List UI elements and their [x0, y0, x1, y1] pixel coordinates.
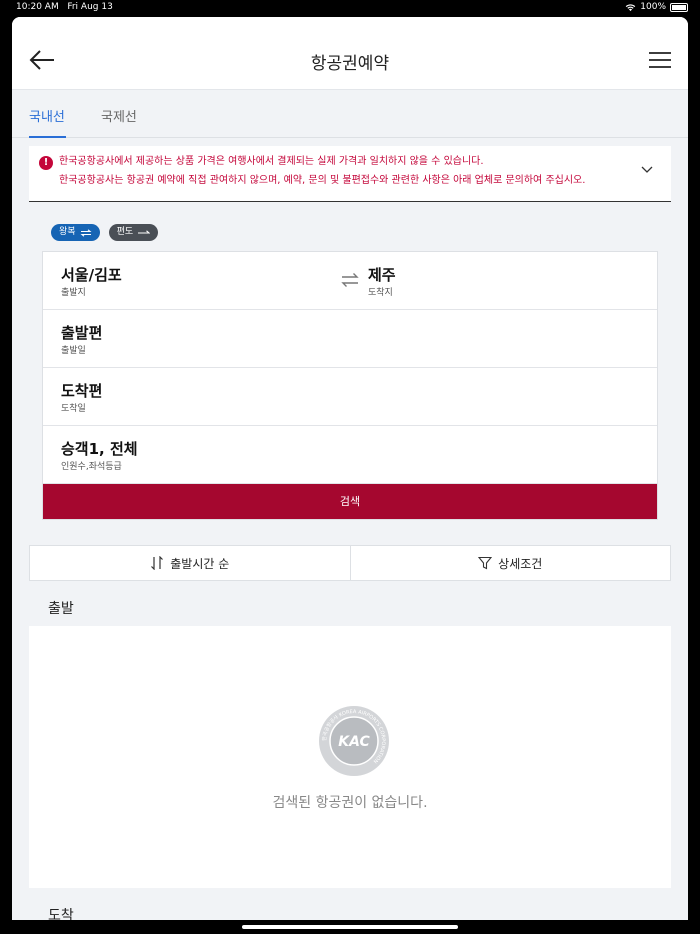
- page-title: 항공권예약: [310, 54, 390, 74]
- sort-button[interactable]: 출발시간 순: [30, 546, 350, 580]
- wifi-icon: [625, 3, 636, 11]
- result-controls: 출발시간 순 상세조건: [29, 545, 671, 581]
- trip-type-oneway-label: 편도: [116, 227, 134, 237]
- destination-label: 도착지: [368, 288, 393, 298]
- passenger-value: 승객1, 전체: [61, 440, 138, 458]
- arrival-section-title: 도착: [48, 908, 74, 920]
- app-header: 항공권예약: [12, 17, 688, 90]
- kac-logo: KAC 한국공항공사 KOREA AIRPORTS CORPORATION: [319, 706, 389, 776]
- departure-date-label: 출발일: [61, 346, 86, 356]
- battery-icon: [670, 2, 688, 12]
- battery-percent: 100%: [640, 2, 666, 12]
- status-bar: 10:20 AM Fri Aug 13 100%: [0, 0, 700, 17]
- status-time-date: 10:20 AM Fri Aug 13: [16, 2, 113, 12]
- arrival-date-row[interactable]: 도착편 도착일: [43, 368, 657, 426]
- empty-results-message: 검색된 항공권이 없습니다.: [272, 795, 428, 811]
- origin-label: 출발지: [61, 288, 86, 298]
- departure-date-row[interactable]: 출발편 출발일: [43, 310, 657, 368]
- search-button[interactable]: 검색: [43, 484, 657, 519]
- trip-type-round-label: 왕복: [59, 227, 76, 237]
- tab-domestic[interactable]: 국내선: [29, 106, 65, 125]
- passenger-row[interactable]: 승객1, 전체 인원수,좌석등급: [43, 426, 657, 484]
- departure-date-value: 출발편: [61, 324, 103, 342]
- hamburger-icon[interactable]: [648, 51, 672, 69]
- app-screen: 항공권예약 국내선 국제선 ! 한국공항공사에서 제공하는 상품 가격은 여행사…: [12, 17, 688, 920]
- notice-line-2: 한국공항공사는 항공권 예약에 직접 관여하지 않으며, 예약, 문의 및 불편…: [59, 175, 586, 186]
- departure-section-title: 출발: [48, 601, 74, 617]
- filter-label: 상세조건: [498, 556, 543, 571]
- tab-international[interactable]: 국제선: [101, 106, 137, 125]
- destination-value[interactable]: 제주: [368, 264, 396, 285]
- departure-results: KAC 한국공항공사 KOREA AIRPORTS CORPORATION 검색…: [29, 626, 671, 888]
- filter-icon: [478, 556, 493, 570]
- price-notice: ! 한국공항공사에서 제공하는 상품 가격은 여행사에서 결제되는 실제 가격과…: [29, 146, 671, 202]
- status-right: 100%: [625, 2, 688, 12]
- swap-arrows-icon: [80, 228, 92, 237]
- passenger-label: 인원수,좌석등급: [61, 462, 122, 472]
- route-tabs: 국내선 국제선: [12, 90, 688, 138]
- flight-search-form: 서울/김포 출발지 제주 도착지 출발편 출발일 도착편 도착일 승객1, 전체…: [42, 251, 658, 520]
- swap-route-icon[interactable]: [341, 272, 359, 288]
- active-tab-indicator: [29, 136, 66, 138]
- arrow-right-icon: [138, 229, 151, 234]
- origin-value[interactable]: 서울/김포: [61, 264, 122, 285]
- sort-arrows-icon: [151, 556, 164, 570]
- arrival-date-value: 도착편: [61, 382, 103, 400]
- trip-type-round[interactable]: 왕복: [51, 224, 100, 241]
- chevron-down-icon[interactable]: [641, 166, 653, 174]
- logo-text: KAC: [338, 734, 370, 750]
- notice-line-1: 한국공항공사에서 제공하는 상품 가격은 여행사에서 결제되는 실제 가격과 일…: [59, 156, 484, 167]
- home-indicator: [242, 925, 458, 929]
- trip-type-selector: 왕복 편도: [51, 224, 159, 241]
- route-row: 서울/김포 출발지 제주 도착지: [43, 252, 657, 310]
- filter-button[interactable]: 상세조건: [349, 546, 671, 580]
- sort-label: 출발시간 순: [170, 556, 230, 571]
- arrival-date-label: 도착일: [61, 404, 86, 414]
- info-icon: !: [39, 156, 53, 170]
- trip-type-oneway[interactable]: 편도: [108, 224, 159, 241]
